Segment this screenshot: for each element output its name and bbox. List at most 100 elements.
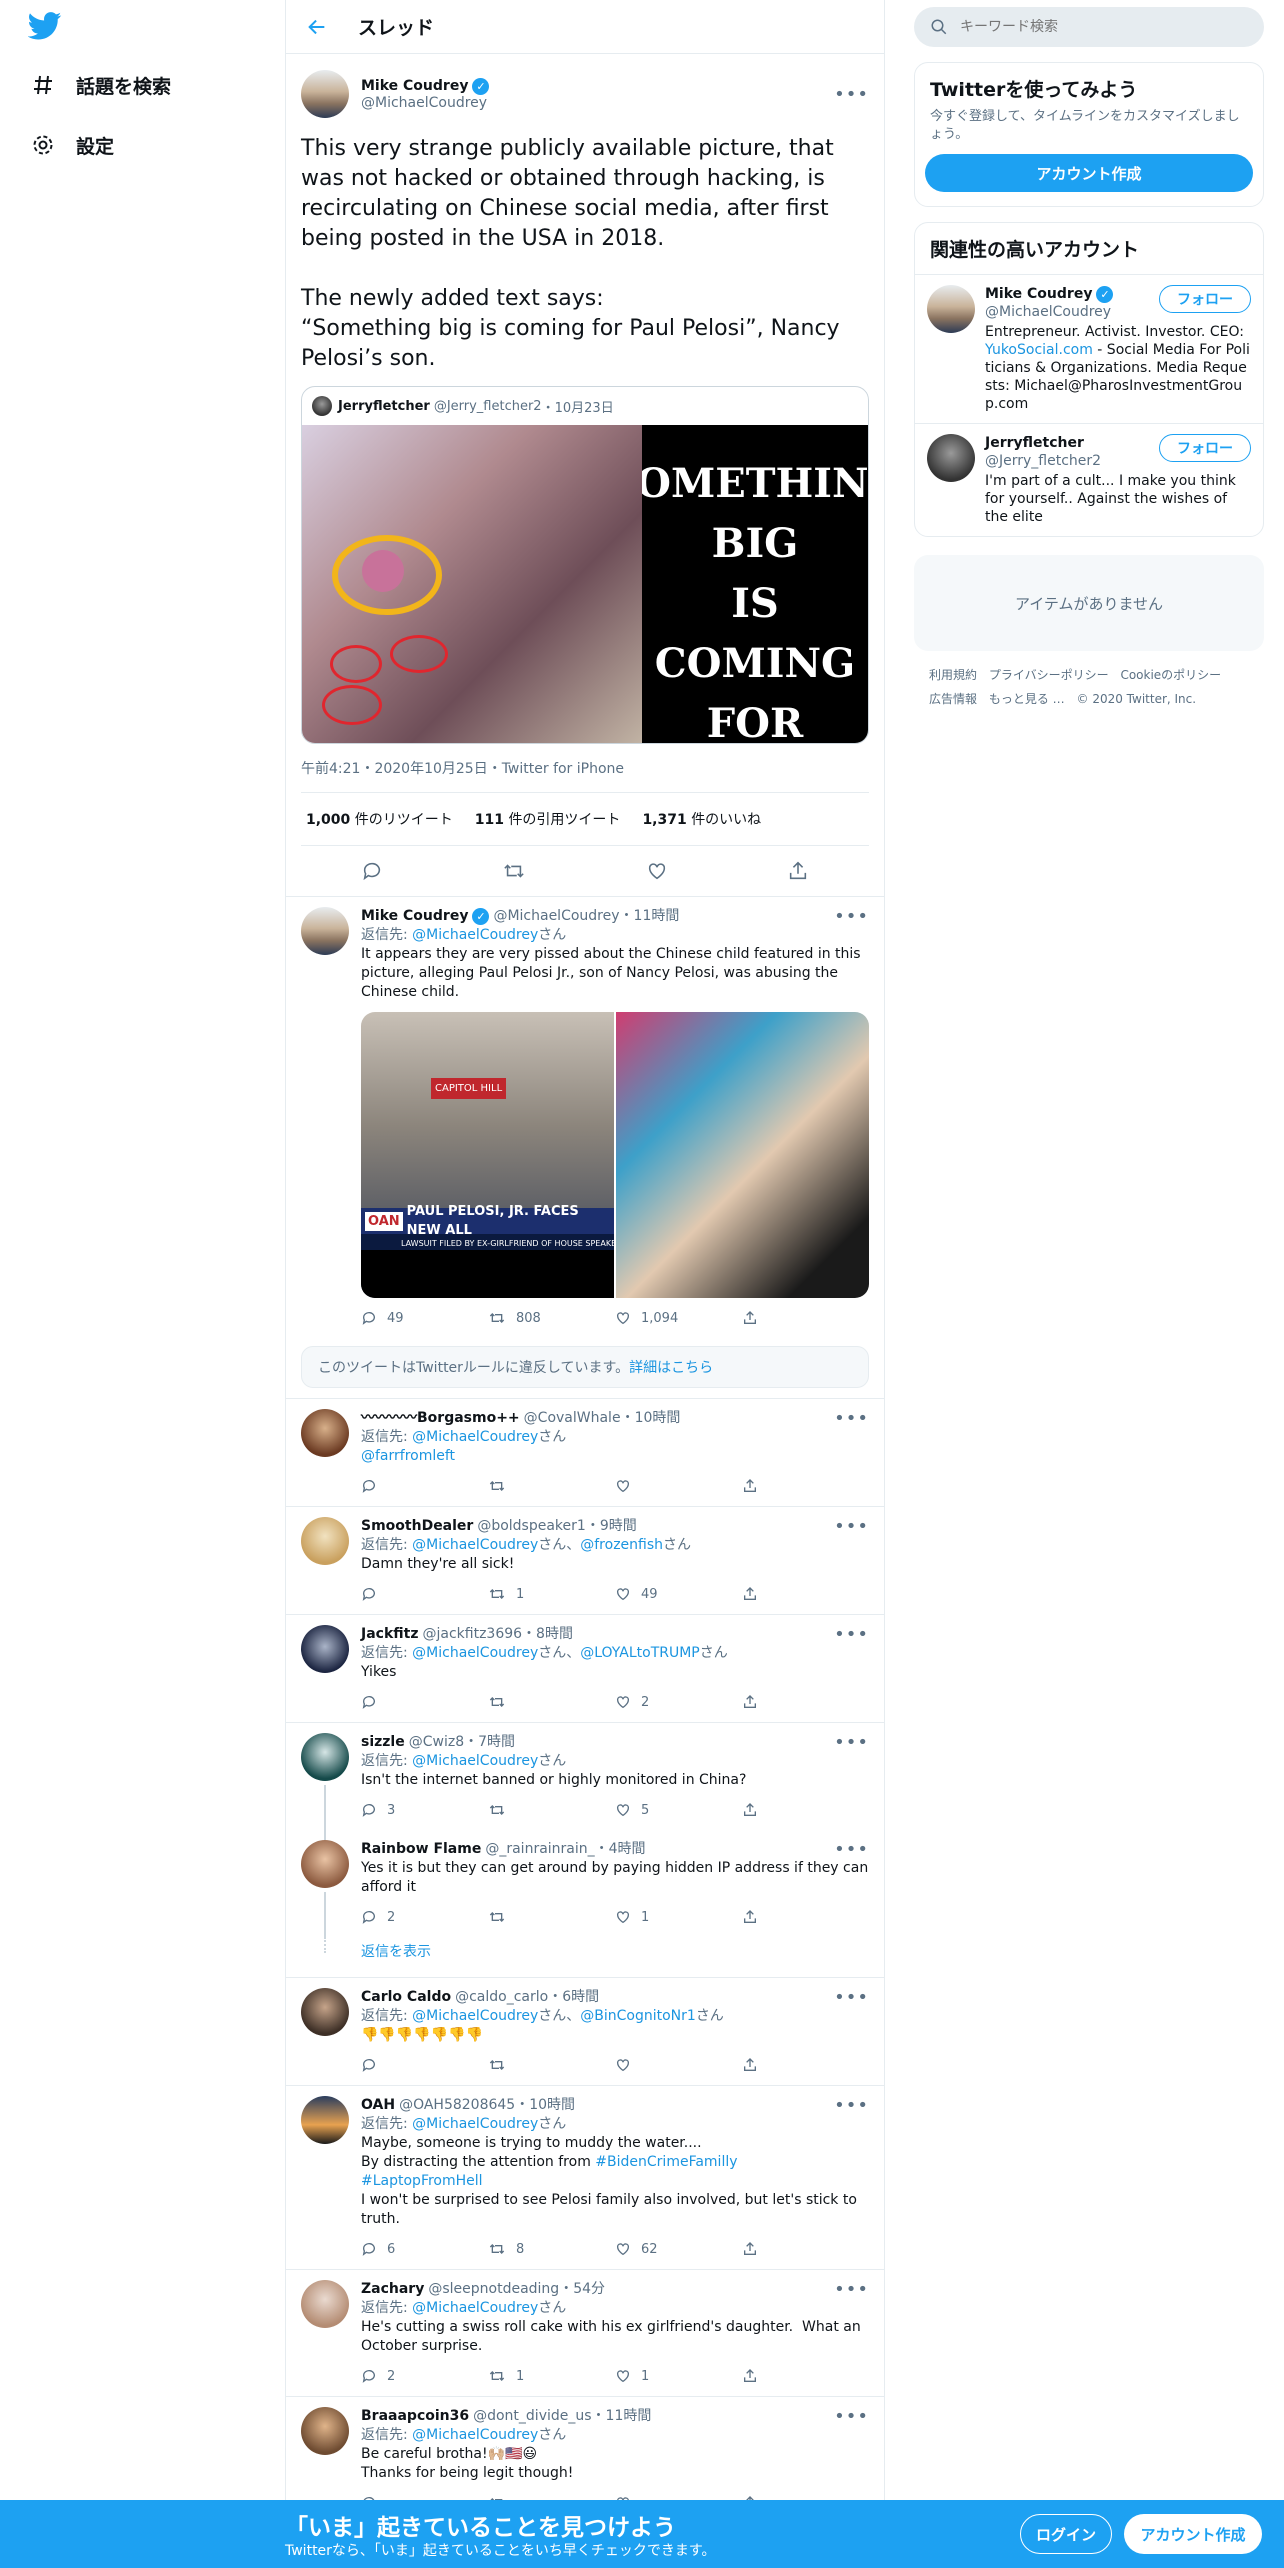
retweet-action[interactable] bbox=[488, 2057, 615, 2073]
twitter-logo-icon[interactable] bbox=[28, 12, 64, 42]
bio-link[interactable]: YukoSocial.com bbox=[985, 342, 1093, 358]
search-box[interactable] bbox=[914, 7, 1264, 47]
avatar[interactable] bbox=[927, 285, 975, 333]
reply-tweet[interactable]: SmoothDealer @boldspeaker1 ・ 9時間 ••• 返信先: @Mi… bbox=[286, 1507, 884, 1615]
more-options-icon[interactable]: ••• bbox=[834, 907, 869, 926]
like-action[interactable]: 1 bbox=[615, 2367, 742, 2386]
hashtag-link[interactable]: #LaptopFromHell bbox=[361, 2173, 483, 2189]
reply-action[interactable]: 2 bbox=[361, 1908, 488, 1927]
footer-link-ads[interactable]: 広告情報 bbox=[929, 692, 977, 706]
like-action[interactable]: 62 bbox=[615, 2240, 742, 2259]
quote-count[interactable]: 111 件の引用ツイート bbox=[475, 809, 621, 829]
mention-link[interactable]: @farrfromleft bbox=[361, 1448, 455, 1464]
author-name[interactable]: 〰〰〰〰Borgasmo++ bbox=[361, 1409, 520, 1428]
tweet-time[interactable]: 10時間 bbox=[529, 2096, 575, 2115]
reply-action[interactable] bbox=[361, 1694, 488, 1710]
like-action[interactable]: 49 bbox=[615, 1585, 742, 1604]
share-action[interactable] bbox=[742, 1310, 869, 1326]
retweet-action[interactable]: 808 bbox=[488, 1309, 615, 1328]
avatar[interactable] bbox=[301, 1988, 349, 2036]
mention-link[interactable]: @MichaelCoudrey bbox=[412, 1537, 538, 1553]
footer-link-terms[interactable]: 利用規約 bbox=[929, 668, 977, 682]
author-handle[interactable]: @CovalWhale bbox=[524, 1409, 621, 1428]
retweet-count[interactable]: 1,000 件のリツイート bbox=[306, 809, 453, 829]
mention-link[interactable]: @MichaelCoudrey bbox=[412, 2427, 538, 2443]
avatar[interactable] bbox=[301, 1625, 349, 1673]
mention-link[interactable]: @MichaelCoudrey bbox=[412, 1645, 538, 1661]
share-action[interactable] bbox=[742, 1478, 869, 1494]
retweet-action[interactable] bbox=[488, 1478, 615, 1494]
avatar[interactable] bbox=[301, 70, 349, 118]
author-name[interactable]: sizzle bbox=[361, 1733, 405, 1752]
avatar[interactable] bbox=[301, 2407, 349, 2455]
author-name[interactable]: SmoothDealer bbox=[361, 1517, 473, 1536]
author-name[interactable]: Rainbow Flame bbox=[361, 1840, 481, 1859]
share-action[interactable] bbox=[742, 2368, 869, 2384]
tweet-media[interactable]: CAPITOL HILL OAN PAUL PELOSI, JR. FACES N… bbox=[361, 1012, 869, 1298]
reply-icon[interactable] bbox=[361, 860, 383, 882]
mention-link[interactable]: @MichaelCoudrey bbox=[412, 2008, 538, 2024]
like-action[interactable]: 2 bbox=[615, 1693, 742, 1712]
author-handle[interactable]: @MichaelCoudrey bbox=[361, 95, 834, 111]
search-input[interactable] bbox=[960, 19, 1220, 35]
avatar[interactable] bbox=[927, 434, 975, 482]
account-handle[interactable]: @Jerry_fletcher2 bbox=[985, 452, 1101, 470]
like-action[interactable] bbox=[615, 2057, 742, 2073]
reply-tweet[interactable]: Carlo Caldo @caldo_carlo ・ 6時間 ••• 返信先: @Mich… bbox=[286, 1978, 884, 2086]
reply-tweet[interactable]: Zachary @sleepnotdeading ・ 54分 ••• 返信先: @Mich… bbox=[286, 2270, 884, 2397]
more-options-icon[interactable]: ••• bbox=[834, 1733, 869, 1752]
reply-tweet[interactable]: sizzle @Cwiz8 ・ 7時間 ••• 返信先: @MichaelCoudreyさ… bbox=[286, 1723, 884, 1830]
nav-explore[interactable]: 話題を検索 bbox=[28, 65, 171, 105]
reply-action[interactable]: 6 bbox=[361, 2240, 488, 2259]
mention-link[interactable]: @MichaelCoudrey bbox=[412, 927, 538, 943]
footer-link-privacy[interactable]: プライバシーポリシー bbox=[989, 668, 1109, 682]
hashtag-link[interactable]: #BidenCrimeFamilly bbox=[595, 2154, 737, 2170]
author-name[interactable]: Mike Coudrey bbox=[361, 78, 468, 94]
mention-link[interactable]: @MichaelCoudrey bbox=[412, 2300, 538, 2316]
create-account-button[interactable]: アカウント作成 bbox=[925, 154, 1253, 192]
retweet-action[interactable] bbox=[488, 1909, 615, 1925]
share-action[interactable] bbox=[742, 1909, 869, 1925]
related-account[interactable]: Jerryfletcher @Jerry_fletcher2 フォロー I'm … bbox=[915, 423, 1263, 536]
reply-tweet[interactable]: OAH @OAH58208645 ・ 10時間 ••• 返信先: @MichaelCoud… bbox=[286, 2086, 884, 2270]
avatar[interactable] bbox=[301, 2096, 349, 2144]
avatar[interactable] bbox=[301, 1840, 349, 1888]
mention-link[interactable]: @BinCognitoNr1 bbox=[580, 2008, 696, 2024]
retweet-action[interactable] bbox=[488, 1694, 615, 1710]
nav-settings[interactable]: 設定 bbox=[28, 125, 114, 165]
author-handle[interactable]: @jackfitz3696 bbox=[422, 1625, 522, 1644]
author-handle[interactable]: @OAH58208645 bbox=[399, 2096, 515, 2115]
share-action[interactable] bbox=[742, 2241, 869, 2257]
mention-link[interactable]: @MichaelCoudrey bbox=[412, 1753, 538, 1769]
more-options-icon[interactable]: ••• bbox=[834, 1409, 869, 1428]
author-name[interactable]: Mike Coudrey bbox=[361, 907, 468, 926]
more-options-icon[interactable]: ••• bbox=[834, 2096, 869, 2115]
tweet-time[interactable]: 8時間 bbox=[536, 1625, 573, 1644]
like-action[interactable]: 1 bbox=[615, 1908, 742, 1927]
author-handle[interactable]: @caldo_carlo bbox=[455, 1988, 548, 2007]
like-action[interactable]: 1,094 bbox=[615, 1309, 742, 1328]
related-account[interactable]: Mike Coudrey ✓ @MichaelCoudrey フォロー Entre… bbox=[915, 274, 1263, 423]
author-name[interactable]: Braaapcoin36 bbox=[361, 2407, 469, 2426]
retweet-action[interactable]: 8 bbox=[488, 2240, 615, 2259]
like-action[interactable] bbox=[615, 1478, 742, 1494]
tweet-time[interactable]: 7時間 bbox=[478, 1733, 515, 1752]
reply-tweet[interactable]: Mike Coudrey ✓ @MichaelCoudrey ・ 11時間 ••… bbox=[286, 897, 884, 1332]
footer-link-more[interactable]: もっと見る … bbox=[989, 692, 1065, 706]
mention-link[interactable]: @MichaelCoudrey bbox=[412, 1429, 538, 1445]
share-action[interactable] bbox=[742, 2057, 869, 2073]
mention-link[interactable]: @MichaelCoudrey bbox=[412, 2116, 538, 2132]
footer-link-cookies[interactable]: Cookieのポリシー bbox=[1120, 668, 1221, 682]
more-options-icon[interactable]: ••• bbox=[834, 1840, 869, 1859]
avatar[interactable] bbox=[301, 1517, 349, 1565]
tweet-time[interactable]: 10時間 bbox=[635, 1409, 681, 1428]
retweet-action[interactable] bbox=[488, 1802, 615, 1818]
learn-more-link[interactable]: 詳細はこちら bbox=[629, 1357, 713, 1377]
more-options-icon[interactable]: ••• bbox=[834, 2407, 869, 2426]
follow-button[interactable]: フォロー bbox=[1159, 285, 1251, 313]
reply-action[interactable]: 2 bbox=[361, 2367, 488, 2386]
tweet-time[interactable]: 6時間 bbox=[562, 1988, 599, 2007]
more-options-icon[interactable]: ••• bbox=[834, 1517, 869, 1536]
account-name[interactable]: Jerryfletcher bbox=[985, 434, 1101, 452]
back-arrow-icon[interactable] bbox=[306, 16, 328, 38]
